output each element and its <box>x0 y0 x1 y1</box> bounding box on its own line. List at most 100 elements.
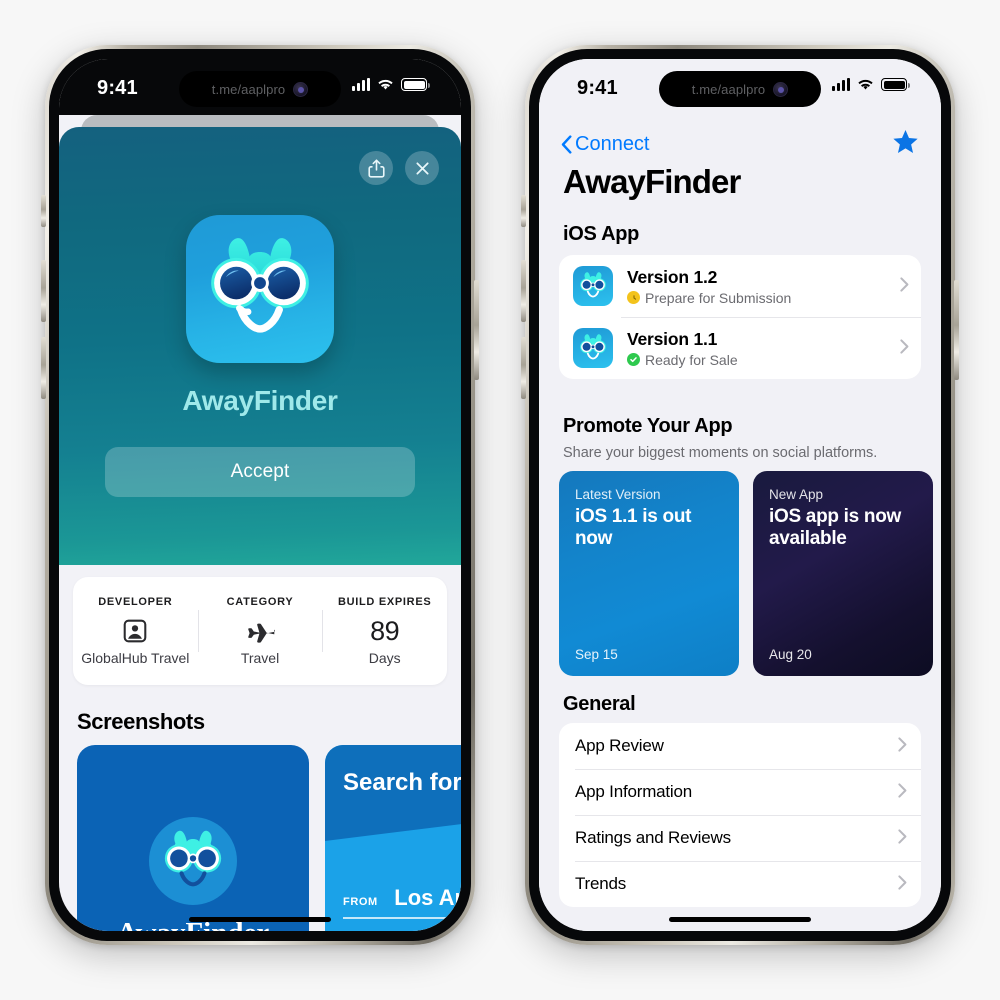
island-indicator-icon <box>293 81 309 97</box>
screenshot-from-field: FROM Los Ange <box>343 885 461 919</box>
battery-full-icon <box>401 78 430 91</box>
close-icon[interactable] <box>405 151 439 185</box>
iphone-left-device: 9:41 t.me/aaplpro AwayFinder Accept DEVE… <box>41 45 479 945</box>
promote-date: Sep 15 <box>575 647 618 662</box>
awayfinder-app-icon <box>186 215 334 363</box>
island-label: t.me/aaplpro <box>211 81 286 97</box>
section-heading-ios-app: iOS App <box>563 223 640 245</box>
awayfinder-logo-mark-icon <box>149 817 237 905</box>
general-list-card: App Review App Information Ratings and R… <box>559 723 921 907</box>
dynamic-island[interactable]: t.me/aaplpro <box>659 71 821 107</box>
version-status-label: Prepare for Submission <box>645 289 792 306</box>
screenshot-thumbnail-1[interactable]: AwayFinder <box>77 745 309 931</box>
promote-kicker: New App <box>769 487 824 502</box>
cellular-bars-icon <box>832 78 850 91</box>
info-cell-developer: DEVELOPER GlobalHub Travel <box>73 596 198 666</box>
power-button[interactable] <box>954 280 959 380</box>
section-heading-general: General <box>563 693 636 715</box>
volume-down-button[interactable] <box>41 337 46 399</box>
chevron-right-icon <box>898 874 907 894</box>
awayfinder-app-icon <box>573 328 613 368</box>
awayfinder-app-icon <box>573 266 613 306</box>
screenshot-stage: 9:41 t.me/aaplpro AwayFinder Accept DEVE… <box>0 0 1000 1000</box>
airplane-icon <box>202 614 319 648</box>
general-item-app-review[interactable]: App Review <box>559 723 921 769</box>
info-cell-category: CATEGORY Travel <box>197 596 323 666</box>
promote-card[interactable]: Latest Version iOS 1.1 is out now Sep 15 <box>559 471 739 676</box>
chevron-right-icon <box>900 338 909 358</box>
page-title: AwayFinder <box>563 163 741 200</box>
power-button[interactable] <box>474 280 479 380</box>
promote-subtitle: Share your biggest moments on social pla… <box>563 445 878 461</box>
back-button-connect[interactable]: Connect <box>561 133 650 156</box>
device-bezel-right: 9:41 t.me/aaplpro Connect AwayFinder iOS… <box>529 49 951 941</box>
list-item-label: App Information <box>575 782 693 801</box>
general-item-trends[interactable]: Trends <box>559 861 921 907</box>
volume-down-button[interactable] <box>521 337 526 399</box>
testflight-screen: 9:41 t.me/aaplpro AwayFinder Accept DEVE… <box>59 59 461 931</box>
testflight-content: AwayFinder Accept DEVELOPER GlobalHub Tr… <box>59 115 461 931</box>
version-title: Version 1.2 <box>627 266 718 287</box>
clock-amber-icon <box>627 291 640 304</box>
general-item-app-information[interactable]: App Information <box>559 769 921 815</box>
accept-button[interactable]: Accept <box>105 447 415 497</box>
chevron-right-icon <box>900 276 909 296</box>
chevron-right-icon <box>898 736 907 756</box>
promote-date: Aug 20 <box>769 647 812 662</box>
screenshot-title: Search for F <box>343 769 461 796</box>
wifi-icon <box>377 78 394 91</box>
home-indicator[interactable] <box>669 917 811 922</box>
promote-card[interactable]: New App iOS app is now available Aug 20 <box>753 471 933 676</box>
action-button[interactable] <box>521 195 526 227</box>
wifi-icon <box>857 78 874 91</box>
expiry-days-number: 89 <box>370 615 400 646</box>
promote-headline: iOS 1.1 is out now <box>575 506 692 550</box>
star-filled-icon[interactable] <box>892 129 919 160</box>
list-item-label: Ratings and Reviews <box>575 828 731 847</box>
list-item-label: Trends <box>575 874 627 893</box>
status-bar-left: 9:41 t.me/aaplpro <box>59 59 461 115</box>
status-bar-right: 9:41 t.me/aaplpro <box>539 59 941 115</box>
chevron-right-icon <box>898 828 907 848</box>
connect-content: Connect AwayFinder iOS App Version 1.2 P… <box>539 115 941 931</box>
promote-cards-carousel[interactable]: Latest Version iOS 1.1 is out now Sep 15… <box>559 471 941 676</box>
status-indicators <box>832 78 910 91</box>
app-store-connect-screen: 9:41 t.me/aaplpro Connect AwayFinder iOS… <box>539 59 941 931</box>
chevron-right-icon <box>898 782 907 802</box>
hero-app-name: AwayFinder <box>182 385 338 416</box>
screenshots-heading: Screenshots <box>77 709 205 734</box>
check-green-icon <box>627 353 640 366</box>
info-value: Days <box>368 650 401 666</box>
share-icon[interactable] <box>359 151 393 185</box>
screenshots-carousel[interactable]: AwayFinder Search for F FROM Los Ange <box>77 745 461 931</box>
build-hero-panel: AwayFinder Accept <box>59 127 461 565</box>
cellular-bars-icon <box>352 78 370 91</box>
build-info-card: DEVELOPER GlobalHub Travel CATEGORY Trav… <box>73 577 447 685</box>
version-status: Prepare for Submission <box>627 290 900 306</box>
developer-portrait-icon <box>77 614 194 648</box>
action-button[interactable] <box>41 195 46 227</box>
volume-up-button[interactable] <box>521 260 526 322</box>
version-status-label: Ready for Sale <box>645 351 738 368</box>
promote-kicker: Latest Version <box>575 487 661 502</box>
home-indicator[interactable] <box>189 917 331 922</box>
back-button-label: Connect <box>575 132 650 155</box>
version-row[interactable]: Version 1.2 Prepare for Submission <box>559 255 921 317</box>
version-status: Ready for Sale <box>627 352 900 368</box>
general-item-ratings-and-reviews[interactable]: Ratings and Reviews <box>559 815 921 861</box>
field-underline <box>343 917 461 919</box>
volume-up-button[interactable] <box>41 260 46 322</box>
version-title: Version 1.1 <box>627 328 718 349</box>
screen-right: 9:41 t.me/aaplpro Connect AwayFinder iOS… <box>539 59 941 931</box>
version-row[interactable]: Version 1.1 Ready for Sale <box>559 317 921 379</box>
list-item-label: App Review <box>575 736 664 755</box>
dynamic-island[interactable]: t.me/aaplpro <box>179 71 341 107</box>
info-cell-build-expires: BUILD EXPIRES 89 Days <box>322 596 447 666</box>
screen-left: 9:41 t.me/aaplpro AwayFinder Accept DEVE… <box>59 59 461 931</box>
status-indicators <box>352 78 430 91</box>
version-text: Version 1.2 Prepare for Submission <box>627 267 900 306</box>
navigation-bar: Connect <box>561 129 919 159</box>
from-value: Los Ange <box>394 885 461 910</box>
screenshot-thumbnail-2[interactable]: Search for F FROM Los Ange TO Denpasa <box>325 745 461 931</box>
island-label: t.me/aaplpro <box>691 81 766 97</box>
